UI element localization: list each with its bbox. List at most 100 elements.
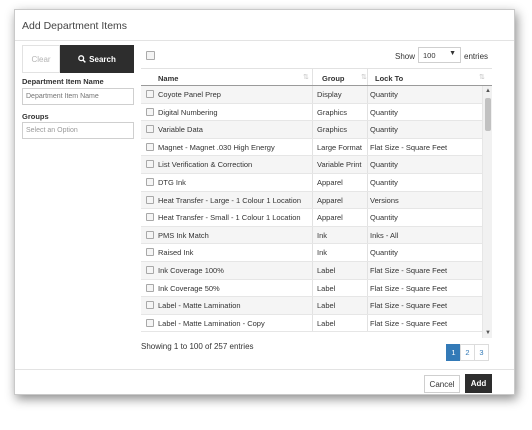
cell-name: Variable Data bbox=[158, 125, 203, 135]
column-divider bbox=[312, 297, 313, 314]
page-button-2[interactable]: 2 bbox=[460, 344, 475, 361]
page-button-1[interactable]: 1 bbox=[446, 344, 461, 361]
page-button-3[interactable]: 3 bbox=[474, 344, 489, 361]
cell-name: Label - Matte Lamination - Copy bbox=[158, 318, 265, 328]
row-checkbox[interactable] bbox=[146, 107, 154, 116]
search-button[interactable]: Search bbox=[60, 45, 134, 73]
add-button[interactable]: Add bbox=[465, 374, 492, 393]
column-divider bbox=[367, 69, 368, 85]
scroll-up-icon[interactable]: ▲ bbox=[483, 86, 492, 96]
cell-lock-to: Quantity bbox=[370, 160, 398, 170]
sort-icon[interactable]: ⇅ bbox=[361, 73, 367, 81]
cell-group: Ink bbox=[317, 230, 328, 240]
cell-lock-to: Quantity bbox=[370, 90, 398, 99]
column-divider bbox=[312, 156, 313, 173]
scroll-thumb[interactable] bbox=[485, 98, 491, 131]
table-row[interactable]: Magnet - Magnet .030 High Energy Large Fo… bbox=[141, 138, 482, 157]
cell-lock-to: Flat Size - Square Feet bbox=[370, 265, 448, 275]
column-header-name[interactable]: Name bbox=[158, 74, 178, 83]
groups-label: Groups bbox=[22, 112, 49, 121]
column-divider bbox=[367, 156, 368, 173]
table-row[interactable]: PMS Ink Match Ink Inks - All bbox=[141, 226, 482, 245]
table-row[interactable]: Variable Data Graphics Quantity bbox=[141, 121, 482, 139]
row-checkbox[interactable] bbox=[146, 248, 154, 257]
table-row[interactable]: List Verification & Correction Variable P… bbox=[141, 156, 482, 174]
table-info: Showing 1 to 100 of 257 entries bbox=[141, 342, 254, 351]
row-checkbox[interactable] bbox=[146, 301, 154, 310]
row-checkbox[interactable] bbox=[146, 213, 154, 222]
cell-name: List Verification & Correction bbox=[158, 160, 253, 170]
column-divider bbox=[312, 173, 313, 191]
table-row[interactable]: Raised Ink Ink Quantity bbox=[141, 244, 482, 262]
cell-name: DTG Ink bbox=[158, 177, 186, 187]
clear-button[interactable]: Clear bbox=[22, 45, 60, 73]
row-checkbox[interactable] bbox=[146, 230, 154, 239]
cancel-button[interactable]: Cancel bbox=[424, 375, 460, 393]
chevron-down-icon: ▼ bbox=[449, 50, 456, 57]
column-divider bbox=[367, 297, 368, 314]
search-button-label: Search bbox=[89, 54, 116, 64]
item-name-label: Department Item Name bbox=[22, 77, 104, 86]
table-row[interactable]: Coyote Panel Prep Display Quantity bbox=[141, 86, 482, 104]
select-all-checkbox[interactable] bbox=[146, 51, 155, 60]
cell-name: Magnet - Magnet .030 High Energy bbox=[158, 142, 275, 152]
cell-lock-to: Flat Size - Square Feet bbox=[370, 301, 448, 311]
page-size-select[interactable]: 100 ▼ bbox=[418, 47, 461, 63]
column-divider bbox=[312, 279, 313, 297]
row-checkbox[interactable] bbox=[146, 142, 154, 151]
header-divider bbox=[15, 40, 514, 41]
cell-group: Label bbox=[317, 318, 336, 328]
table-scrollbar[interactable]: ▲ ▼ bbox=[482, 86, 492, 338]
column-divider bbox=[312, 191, 313, 209]
column-header-lock-to[interactable]: Lock To bbox=[375, 74, 403, 83]
cell-group: Graphics bbox=[317, 125, 348, 135]
column-divider bbox=[367, 121, 368, 138]
cell-group: Apparel bbox=[317, 177, 343, 187]
column-divider bbox=[312, 86, 313, 103]
table-row[interactable]: Heat Transfer - Large - 1 Colour 1 Locat… bbox=[141, 191, 482, 210]
cell-group: Ink bbox=[317, 248, 328, 258]
table-row[interactable]: DTG Ink Apparel Quantity bbox=[141, 173, 482, 192]
column-divider bbox=[367, 209, 368, 226]
table-row[interactable]: Label - Matte Lamination Label Flat Size -… bbox=[141, 297, 482, 315]
row-checkbox[interactable] bbox=[146, 265, 154, 274]
row-checkbox[interactable] bbox=[146, 90, 154, 98]
table-row[interactable]: Label - Matte Lamination - Copy Label Flat… bbox=[141, 314, 482, 333]
groups-select[interactable]: Select an Option bbox=[22, 122, 134, 139]
table-row[interactable]: Ink Coverage 100% Label Flat Size - Square… bbox=[141, 261, 482, 280]
table-row[interactable]: Digital Numbering Graphics Quantity bbox=[141, 103, 482, 122]
column-divider bbox=[367, 261, 368, 279]
cell-lock-to: Inks - All bbox=[370, 230, 399, 240]
row-checkbox[interactable] bbox=[146, 283, 154, 292]
row-checkbox[interactable] bbox=[146, 195, 154, 204]
column-divider bbox=[367, 86, 368, 103]
table-row[interactable]: Heat Transfer - Small - 1 Colour 1 Locat… bbox=[141, 209, 482, 227]
cell-name: Heat Transfer - Large - 1 Colour 1 Locat… bbox=[158, 195, 301, 205]
page-size-value: 100 bbox=[423, 51, 436, 60]
row-checkbox[interactable] bbox=[146, 125, 154, 134]
cell-lock-to: Quantity bbox=[370, 107, 398, 117]
pagination: 123 bbox=[446, 344, 489, 361]
column-divider bbox=[312, 138, 313, 156]
column-divider bbox=[367, 173, 368, 191]
row-checkbox[interactable] bbox=[146, 160, 154, 169]
search-icon bbox=[78, 55, 87, 63]
column-divider bbox=[312, 69, 313, 85]
sort-icon[interactable]: ⇅ bbox=[479, 73, 485, 81]
cell-lock-to: Flat Size - Square Feet bbox=[370, 142, 448, 152]
column-header-group[interactable]: Group bbox=[322, 74, 345, 83]
cell-group: Large Format bbox=[317, 142, 363, 152]
column-divider bbox=[312, 314, 313, 332]
row-checkbox[interactable] bbox=[146, 177, 154, 186]
scroll-down-icon[interactable]: ▼ bbox=[483, 328, 492, 338]
row-checkbox[interactable] bbox=[146, 318, 154, 327]
cell-group: Label bbox=[317, 265, 336, 275]
sort-icon[interactable]: ⇅ bbox=[303, 73, 309, 81]
column-divider bbox=[367, 279, 368, 297]
column-divider bbox=[312, 103, 313, 121]
item-name-input[interactable] bbox=[22, 88, 134, 105]
cell-lock-to: Flat Size - Square Feet bbox=[370, 318, 448, 328]
table-row[interactable]: Ink Coverage 50% Label Flat Size - Square … bbox=[141, 279, 482, 298]
cell-lock-to: Flat Size - Square Feet bbox=[370, 283, 448, 293]
column-divider bbox=[367, 138, 368, 156]
